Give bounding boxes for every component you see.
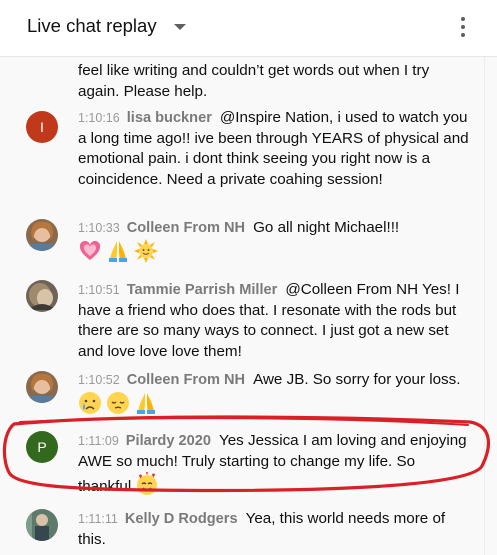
message-author[interactable]: Pilardy 2020: [126, 433, 211, 449]
avatar-letter: P: [37, 439, 47, 455]
message-body: 1:11:09 Pilardy 2020 Yes Jessica I am lovi…: [78, 431, 472, 498]
message-body: 1:10:16 lisa buckner @Inspire Nation, i us…: [78, 108, 472, 190]
avatar[interactable]: [26, 371, 58, 403]
chat-mode-title[interactable]: Live chat replay: [27, 15, 157, 37]
avatar[interactable]: I: [26, 111, 58, 143]
crying-face-icon: [78, 391, 102, 415]
message-author[interactable]: Colleen From NH: [127, 220, 245, 236]
message-author[interactable]: Colleen From NH: [127, 372, 245, 388]
growing-heart-icon: [78, 239, 102, 263]
chat-scrollbar[interactable]: [484, 57, 497, 555]
message-body: 1:10:33 Colleen From NH Go all night Micha…: [78, 218, 472, 264]
pensive-face-icon: [106, 391, 130, 415]
sun-with-face-icon: [134, 238, 158, 263]
message-body: 1:10:51 Tammie Parrish Miller @Colleen Fro…: [78, 280, 472, 362]
chat-header: Live chat replay: [0, 0, 497, 57]
message-timestamp: 1:10:51: [78, 283, 120, 297]
avatar-letter: I: [40, 119, 44, 135]
message-text: Awe JB. So sorry for your loss.: [253, 371, 461, 388]
message-timestamp: 1:11:09: [78, 434, 119, 448]
folded-hands-icon: [106, 239, 130, 263]
folded-hands-icon: [134, 391, 158, 415]
message-author[interactable]: Kelly D Rodgers: [125, 511, 238, 527]
chevron-down-icon[interactable]: [174, 24, 186, 30]
message-timestamp: 1:10:33: [78, 221, 120, 235]
avatar[interactable]: [26, 280, 58, 312]
avatar[interactable]: P: [26, 431, 58, 463]
avatar[interactable]: [26, 219, 58, 251]
smiling-face-with-hearts-icon: [135, 472, 159, 496]
avatar[interactable]: [26, 509, 58, 541]
more-options-icon[interactable]: [455, 14, 471, 40]
message-text: Go all night Michael!!!: [253, 219, 400, 236]
message-timestamp: 1:10:16: [78, 111, 120, 125]
message-author[interactable]: lisa buckner: [127, 110, 212, 126]
message-text: feel like writing and couldn’t get words…: [78, 62, 430, 100]
message-timestamp: 1:11:11: [78, 512, 118, 526]
message-author[interactable]: Tammie Parrish Miller: [127, 282, 278, 298]
message-body: 1:10:52 Colleen From NH Awe JB. So sorry f…: [78, 370, 472, 416]
chat-message-list[interactable]: feel like writing and couldn’t get words…: [0, 57, 484, 555]
message-body: 1:11:11 Kelly D Rodgers Yea, this world ne…: [78, 509, 472, 550]
message-timestamp: 1:10:52: [78, 373, 120, 387]
